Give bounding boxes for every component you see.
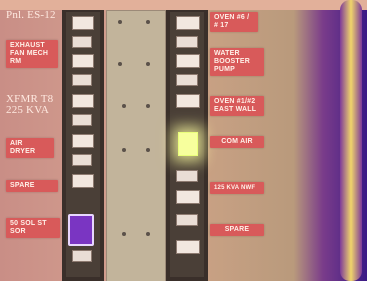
screw	[146, 148, 150, 152]
exhaust-fan-label: EXHAUST FAN MECH RM	[6, 40, 58, 68]
breaker	[176, 16, 200, 30]
screw	[146, 20, 150, 24]
water-booster-label: WATER BOOSTER PUMP	[210, 48, 264, 76]
screw	[118, 20, 122, 24]
breaker	[72, 114, 92, 126]
breaker	[176, 36, 198, 48]
panel-title: Pnl. ES-12	[6, 9, 56, 21]
breaker	[176, 94, 200, 108]
breaker	[176, 240, 200, 254]
xfmr-label: XFMR T8 225 KVA	[6, 93, 54, 116]
breaker	[176, 170, 198, 182]
air-dryer-label: AIR DRYER	[6, 138, 54, 158]
breaker	[176, 214, 198, 226]
oven-top-label: OVEN #6 / # 17	[210, 12, 258, 32]
screw	[122, 232, 126, 236]
purple-breaker-tag	[68, 214, 94, 246]
oven-east-label: OVEN #1/#2 EAST WALL	[210, 96, 264, 116]
electrical-panel-photo: Pnl. ES-12 EXHAUST FAN MECH RM XFMR T8 2…	[0, 0, 367, 281]
breaker	[176, 74, 198, 86]
com-air-label: COM AIR	[210, 136, 264, 148]
breaker	[72, 74, 92, 86]
screw	[146, 104, 150, 108]
glowing-breaker	[178, 132, 198, 156]
breaker	[72, 154, 92, 166]
breaker	[72, 174, 94, 188]
spare-right-label: SPARE	[210, 224, 264, 236]
center-panel	[106, 10, 166, 281]
spare-left-label: SPARE	[6, 180, 58, 192]
breaker	[176, 190, 200, 204]
screw	[146, 62, 150, 66]
breaker	[72, 94, 94, 108]
breaker	[72, 134, 94, 148]
kva-label: 125 KVA NWF	[210, 182, 264, 194]
breaker	[72, 36, 92, 48]
sol-sor-label: 50 SOL ST SOR	[6, 218, 60, 238]
hot-cable	[340, 0, 362, 281]
screw	[122, 104, 126, 108]
screw	[118, 62, 122, 66]
screw	[122, 148, 126, 152]
breaker	[72, 250, 92, 262]
breaker	[72, 16, 94, 30]
screw	[146, 232, 150, 236]
breaker	[72, 54, 94, 68]
breaker	[176, 54, 200, 68]
